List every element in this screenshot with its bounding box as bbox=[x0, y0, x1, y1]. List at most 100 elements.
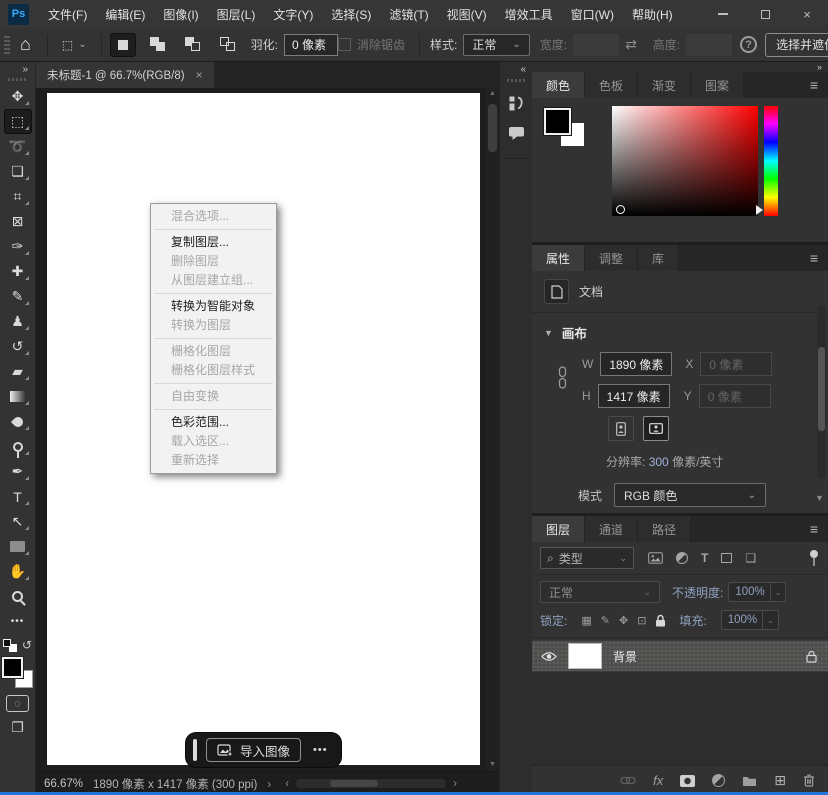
canvas-horizontal-scrollbar[interactable]: ‹ › bbox=[285, 778, 495, 790]
toolbar-grip-handle[interactable] bbox=[8, 78, 28, 81]
link-dimensions-icon[interactable] bbox=[558, 366, 567, 392]
context-item-duplicate-layer[interactable]: 复制图层... bbox=[152, 233, 275, 252]
panels-collapse-icon[interactable]: » bbox=[817, 62, 822, 72]
tab-layers[interactable]: 图层 bbox=[532, 516, 585, 542]
layer-thumbnail[interactable] bbox=[568, 643, 602, 669]
panel-menu-icon[interactable]: ≡ bbox=[800, 72, 828, 98]
layer-row-background[interactable]: 背景 bbox=[532, 640, 828, 672]
maximize-button[interactable] bbox=[744, 0, 786, 28]
edit-toolbar-button[interactable]: ••• bbox=[4, 609, 32, 634]
zoom-level[interactable]: 66.67% bbox=[44, 778, 83, 790]
panel-menu-icon[interactable]: ≡ bbox=[800, 516, 828, 542]
tab-gradients[interactable]: 渐变 bbox=[638, 72, 691, 98]
lock-position-icon[interactable]: ✥ bbox=[619, 614, 628, 627]
options-grip-handle[interactable] bbox=[4, 36, 10, 54]
menu-file[interactable]: 文件(F) bbox=[39, 6, 96, 23]
scroll-down-icon[interactable]: ▼ bbox=[815, 493, 824, 503]
feather-input[interactable]: 0 像素 bbox=[284, 34, 338, 56]
comments-panel-icon[interactable] bbox=[508, 126, 525, 141]
link-layers-icon[interactable] bbox=[620, 776, 636, 785]
panel-menu-icon[interactable]: ≡ bbox=[800, 245, 828, 271]
properties-scroll-thumb[interactable] bbox=[818, 347, 825, 431]
rectangular-marquee-tool[interactable]: ⬚ bbox=[4, 109, 32, 134]
smart-object-filter-icon[interactable]: ❏ bbox=[745, 551, 756, 565]
intersect-selection-button[interactable] bbox=[215, 33, 241, 57]
clone-stamp-tool[interactable]: ♟ bbox=[4, 309, 32, 334]
layer-visibility-eye-icon[interactable] bbox=[541, 651, 557, 662]
crop-tool[interactable]: ⌗ bbox=[4, 184, 32, 209]
taskbar-grip-handle[interactable] bbox=[193, 739, 197, 761]
delete-layer-icon[interactable] bbox=[803, 774, 815, 787]
close-button[interactable]: × bbox=[786, 0, 828, 28]
layer-locked-icon[interactable] bbox=[806, 650, 817, 663]
tab-color[interactable]: 颜色 bbox=[532, 72, 585, 98]
adjustment-layer-filter-icon[interactable] bbox=[676, 552, 688, 564]
context-item-color-range[interactable]: 色彩范围... bbox=[152, 413, 275, 432]
landscape-orientation-button[interactable] bbox=[643, 416, 669, 441]
canvas-section-header[interactable]: ▼ 画布 bbox=[532, 313, 828, 344]
menu-plugins[interactable]: 增效工具 bbox=[496, 6, 562, 23]
learn-panel-icon[interactable] bbox=[508, 95, 524, 112]
select-and-mask-button[interactable]: 选择并遮住... bbox=[765, 33, 828, 57]
canvas-vertical-scrollbar[interactable]: ▲ ▼ bbox=[486, 88, 499, 771]
scroll-left-icon[interactable]: ‹ bbox=[285, 778, 289, 790]
screen-mode-button[interactable]: ❐ bbox=[11, 719, 24, 736]
add-layer-mask-icon[interactable] bbox=[680, 775, 695, 787]
tab-patterns[interactable]: 图案 bbox=[691, 72, 744, 98]
document-tab[interactable]: 未标题-1 @ 66.7%(RGB/8) × bbox=[36, 62, 214, 88]
lock-artboard-icon[interactable]: ⊡ bbox=[637, 614, 646, 627]
canvas-height-input[interactable]: 1417 像素 bbox=[598, 384, 670, 408]
import-image-button[interactable]: 导入图像 bbox=[206, 738, 301, 762]
menu-type[interactable]: 文字(Y) bbox=[264, 6, 322, 23]
eraser-tool[interactable]: ▰ bbox=[4, 359, 32, 384]
canvas-viewport[interactable]: 混合选项... 复制图层... 删除图层 从图层建立组... 转换为智能对象 转… bbox=[36, 88, 499, 771]
menu-view[interactable]: 视图(V) bbox=[438, 6, 496, 23]
horizontal-scroll-track[interactable] bbox=[296, 779, 446, 788]
move-tool[interactable]: ✥ bbox=[4, 84, 32, 109]
properties-scrollbar[interactable] bbox=[817, 305, 826, 479]
menu-image[interactable]: 图像(I) bbox=[154, 6, 207, 23]
color-picker-ring[interactable] bbox=[616, 205, 625, 214]
vertical-scroll-thumb[interactable] bbox=[488, 104, 497, 152]
menu-layer[interactable]: 图层(L) bbox=[208, 6, 265, 23]
hand-tool[interactable]: ✋ bbox=[4, 559, 32, 584]
swap-width-height-icon[interactable]: ⇄ bbox=[625, 36, 637, 53]
panel-foreground-swatch[interactable] bbox=[544, 108, 571, 135]
tab-adjustments[interactable]: 调整 bbox=[585, 245, 638, 271]
new-selection-button[interactable] bbox=[110, 33, 136, 57]
portrait-orientation-button[interactable] bbox=[608, 416, 634, 441]
subtract-selection-button[interactable] bbox=[180, 33, 206, 57]
hue-slider-arrow[interactable] bbox=[756, 205, 763, 215]
zoom-tool[interactable] bbox=[4, 584, 32, 609]
frame-tool[interactable]: ⊠ bbox=[4, 209, 32, 234]
toolbar-expand-icon[interactable]: » bbox=[22, 63, 35, 75]
tab-swatches[interactable]: 色板 bbox=[585, 72, 638, 98]
taskbar-more-button[interactable]: ••• bbox=[310, 744, 331, 756]
pixel-layer-filter-icon[interactable] bbox=[648, 552, 663, 564]
type-tool[interactable]: T bbox=[4, 484, 32, 509]
tab-channels[interactable]: 通道 bbox=[585, 516, 638, 542]
status-expand-icon[interactable]: › bbox=[267, 777, 271, 791]
lock-all-icon[interactable] bbox=[655, 614, 666, 627]
lock-transparency-icon[interactable]: ▦ bbox=[581, 614, 591, 627]
saturation-brightness-field[interactable] bbox=[612, 106, 758, 216]
new-adjustment-layer-icon[interactable] bbox=[712, 774, 725, 787]
menu-help[interactable]: 帮助(H) bbox=[623, 6, 682, 23]
fill-field[interactable]: 100% ⌄ bbox=[721, 610, 779, 630]
antialias-checkbox[interactable] bbox=[338, 38, 351, 51]
minimize-button[interactable] bbox=[702, 0, 744, 28]
lasso-tool[interactable]: ➰ bbox=[4, 134, 32, 159]
lock-pixels-icon[interactable]: ✎ bbox=[601, 614, 610, 627]
rectangle-tool[interactable] bbox=[4, 534, 32, 559]
scroll-down-icon[interactable]: ▼ bbox=[489, 761, 496, 769]
dock-grip-handle[interactable] bbox=[507, 79, 525, 82]
menu-window[interactable]: 窗口(W) bbox=[562, 6, 623, 23]
menu-edit[interactable]: 编辑(E) bbox=[96, 6, 154, 23]
dodge-tool[interactable] bbox=[4, 434, 32, 459]
current-tool-preset[interactable]: ⬚ ⌄ bbox=[56, 38, 93, 52]
context-item-convert-smart-object[interactable]: 转换为智能对象 bbox=[152, 297, 275, 316]
layer-name[interactable]: 背景 bbox=[613, 648, 637, 665]
swap-colors-icon[interactable]: ↺ bbox=[22, 638, 32, 652]
menu-select[interactable]: 选择(S) bbox=[322, 6, 380, 23]
layer-style-fx-icon[interactable]: fx bbox=[653, 773, 663, 788]
